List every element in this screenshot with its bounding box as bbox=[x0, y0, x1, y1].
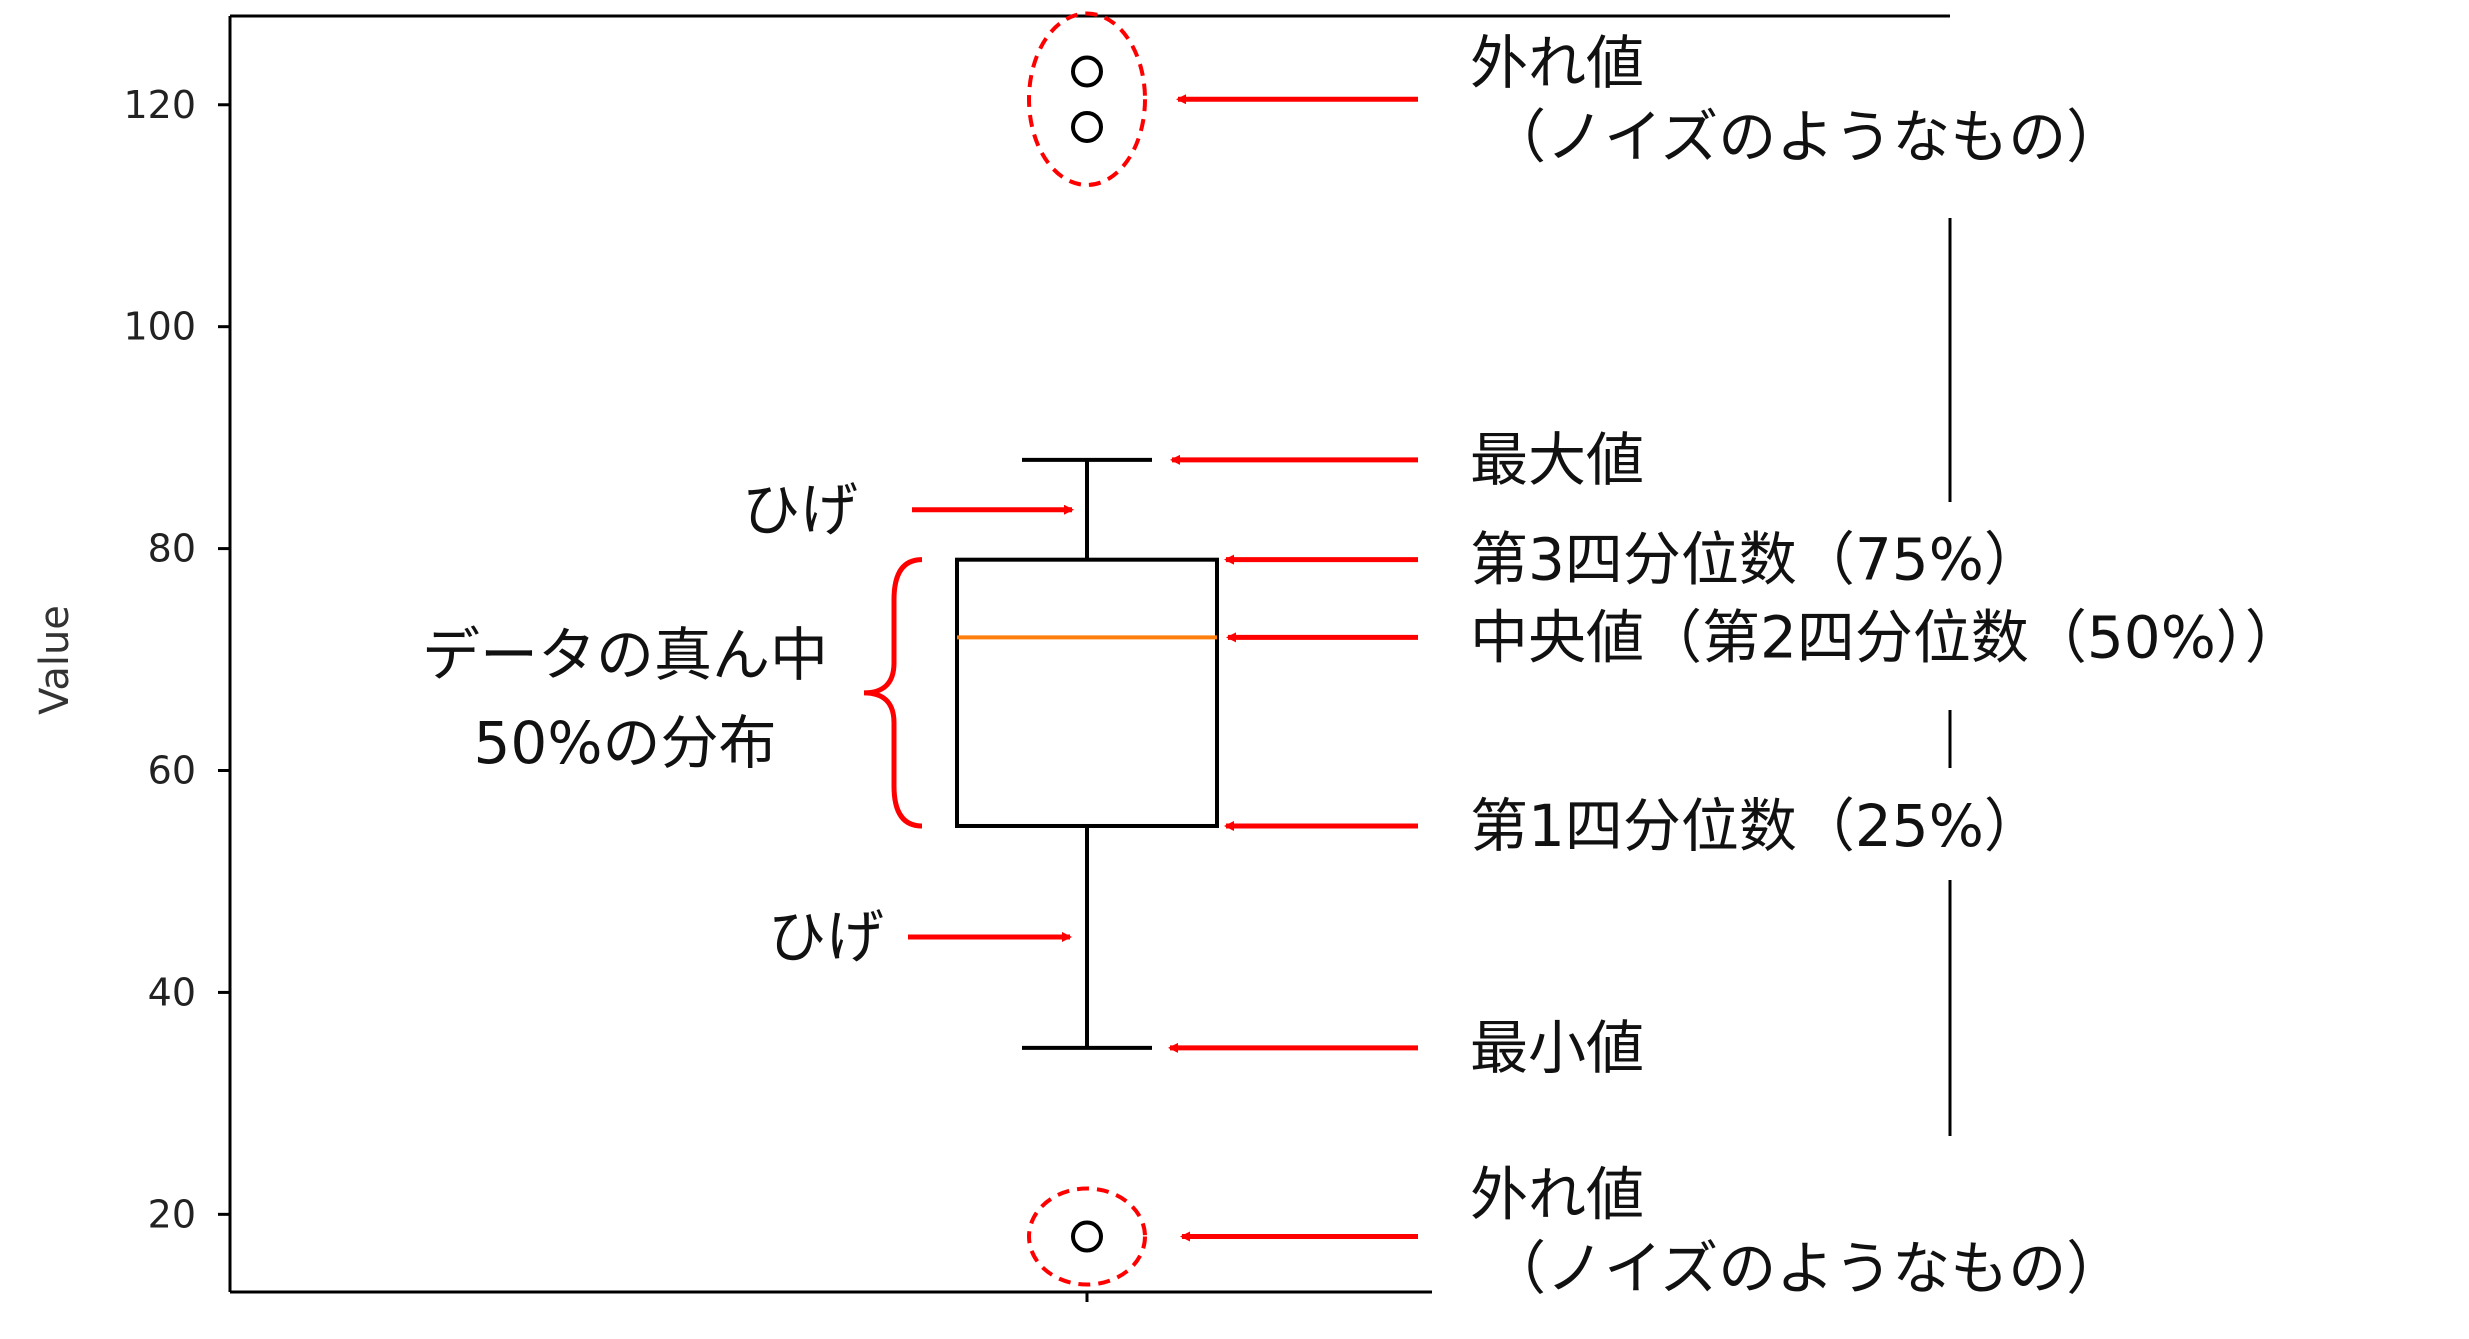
outliers bbox=[1071, 55, 1103, 1253]
outlier-highlight-top bbox=[1027, 11, 1147, 187]
label-outlier-bottom: 外れ値 bbox=[1470, 1161, 1644, 1229]
outlier-point bbox=[1071, 110, 1103, 143]
y-tick-label: 120 bbox=[123, 83, 196, 127]
y-tick-label: 40 bbox=[148, 970, 196, 1014]
label-median: 中央値（第2四分位数（50%）） bbox=[1470, 603, 2303, 671]
y-tick-label: 80 bbox=[148, 527, 196, 571]
label-outlier-top-note: （ノイズのようなもの） bbox=[1488, 103, 2124, 171]
box-plot bbox=[955, 55, 1219, 1253]
outlier-point bbox=[1071, 55, 1103, 88]
outlier-highlight-bottom bbox=[1027, 1186, 1147, 1287]
interquartile-box bbox=[955, 557, 1219, 828]
y-tick-label: 100 bbox=[123, 305, 196, 349]
label-max: 最大値 bbox=[1470, 426, 1644, 494]
label-q3: 第3四分位数（75%） bbox=[1470, 526, 2042, 594]
y-tick-label: 20 bbox=[148, 1192, 196, 1236]
middle-50-brace bbox=[863, 557, 923, 829]
label-q1: 第1四分位数（25%） bbox=[1470, 792, 2042, 860]
label-outlier-bottom-note: （ノイズのようなもの） bbox=[1488, 1235, 2124, 1303]
label-min: 最小値 bbox=[1470, 1014, 1644, 1082]
outlier-point bbox=[1071, 1220, 1103, 1253]
y-axis-label: Value bbox=[32, 605, 78, 715]
box-plot-chart: 20 40 60 80 100 120 Value 外れ値 （ノイズのようなもの） 最大値… bbox=[32, 11, 2303, 1303]
label-outlier-top: 外れ値 bbox=[1470, 29, 1644, 97]
label-whisker-lower: ひげ bbox=[768, 903, 884, 971]
label-whisker-upper: ひげ bbox=[742, 476, 858, 544]
label-middle-50-line1: データの真ん中 bbox=[422, 621, 828, 689]
y-axis-ticks: 20 40 60 80 100 120 bbox=[123, 83, 230, 1236]
label-middle-50-line2: 50%の分布 bbox=[474, 709, 777, 777]
y-tick-label: 60 bbox=[148, 749, 196, 793]
